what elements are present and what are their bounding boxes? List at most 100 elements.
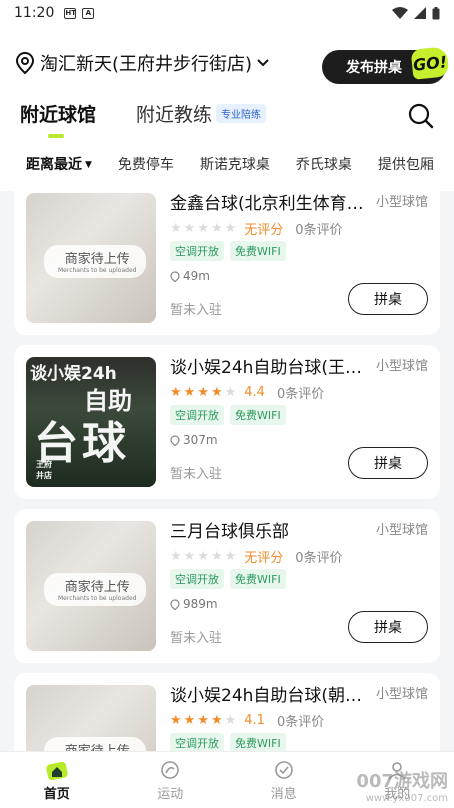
- rating-row: ★ ★ ★ ★ ★ 4.4 0条评价: [170, 383, 324, 402]
- go-badge: GO!: [410, 46, 450, 80]
- distance: 989m: [170, 597, 218, 611]
- location-pin-icon: [170, 598, 180, 610]
- coach-tag-badge: 专业陪练: [216, 104, 267, 123]
- review-count: 0条评价: [295, 551, 343, 566]
- venue-tags: 空调开放 免费WIFI: [170, 569, 286, 589]
- join-table-button[interactable]: 拼桌: [348, 447, 428, 479]
- star-icon: ★: [210, 221, 223, 236]
- venue-name: 三月台球俱乐部: [170, 522, 289, 542]
- publish-button[interactable]: 发布拼桌 GO!: [322, 46, 450, 84]
- filter-nearest[interactable]: 距离最近 ▼: [26, 154, 92, 174]
- rating-score: 无评分: [244, 223, 284, 238]
- venue-card[interactable]: 谈小娱24h 自助 台球 王府井店 谈小娱24h自助台球(王府井店) 小型球馆 …: [14, 345, 440, 499]
- venue-thumbnail: 商家待上传 Merchants to be uploaded: [26, 521, 156, 651]
- venue-card[interactable]: 商家待上传 Merchants to be uploaded 金鑫台球(北京利生…: [14, 191, 440, 335]
- star-icon: ★: [183, 549, 196, 564]
- amenity-tag: 免费WIFI: [230, 405, 286, 425]
- notification-icon: HT: [64, 7, 77, 19]
- rating-score: 4.4: [244, 385, 265, 400]
- star-icon: ★: [197, 713, 209, 728]
- venue-tags: 空调开放 免费WIFI: [170, 241, 286, 261]
- tab-nearby-coaches[interactable]: 附近教练: [136, 100, 212, 127]
- star-icon: ★: [224, 549, 237, 564]
- battery-icon: [432, 6, 440, 19]
- location-pin-icon: [170, 270, 180, 282]
- distance: 307m: [170, 433, 218, 447]
- review-count: 0条评价: [276, 715, 325, 730]
- star-icon: ★: [170, 713, 182, 728]
- star-icon: ★: [170, 385, 182, 400]
- amenity-tag: 空调开放: [170, 405, 224, 425]
- rating-score: 无评分: [244, 551, 284, 566]
- venue-tags: 空调开放 免费WIFI: [170, 405, 286, 425]
- star-icon: ★: [224, 713, 237, 728]
- star-icon: ★: [224, 385, 237, 400]
- amenity-tag: 空调开放: [170, 733, 224, 751]
- filter-joy-table[interactable]: 乔氏球桌: [296, 154, 352, 174]
- review-count: 0条评价: [295, 223, 343, 238]
- star-icon: ★: [210, 713, 223, 728]
- active-tab-indicator: [48, 134, 64, 138]
- distance: 49m: [170, 269, 210, 283]
- join-table-button[interactable]: 拼桌: [348, 283, 428, 315]
- tab-bar: 附近球馆 附近教练 专业陪练: [20, 100, 267, 127]
- venue-name: 谈小娱24h自助台球(朝阳门店): [170, 686, 376, 706]
- location-selector[interactable]: 淘汇新天(王府井步行街店): [14, 50, 270, 76]
- location-pin-icon: [15, 51, 35, 75]
- tab-nearby-venues[interactable]: 附近球馆: [20, 100, 96, 127]
- star-icon: ★: [183, 385, 196, 400]
- star-icon: ★: [210, 549, 223, 564]
- filter-private-room[interactable]: 提供包厢: [378, 154, 434, 174]
- venue-type: 小型球馆: [375, 359, 428, 374]
- caret-down-icon: ▼: [85, 160, 92, 170]
- star-icon: ★: [183, 713, 196, 728]
- star-icon: ★: [197, 221, 209, 236]
- star-icon: ★: [170, 549, 182, 564]
- amenity-tag: 免费WIFI: [230, 569, 286, 589]
- home-icon: [46, 761, 68, 780]
- signal-icon: [414, 7, 426, 19]
- venue-type: 小型球馆: [375, 687, 428, 702]
- rating-row: ★ ★ ★ ★ ★ 无评分 0条评价: [170, 547, 343, 566]
- venue-thumbnail: 商家待上传 Merchants to be uploaded: [26, 193, 156, 323]
- rating-row: ★ ★ ★ ★ ★ 无评分 0条评价: [170, 219, 343, 238]
- status-bar: 11:20 HT A: [0, 0, 454, 26]
- placeholder-badge: 商家待上传 Merchants to be uploaded: [44, 573, 147, 606]
- nav-messages[interactable]: 消息: [227, 752, 341, 808]
- amenity-tag: 免费WIFI: [230, 241, 286, 261]
- venue-list: 商家待上传 Merchants to be uploaded 金鑫台球(北京利生…: [0, 191, 454, 751]
- venue-name: 金鑫台球(北京利生体育商厦店): [170, 194, 376, 214]
- venue-photo: 谈小娱24h 自助 台球 王府井店: [26, 357, 156, 487]
- app-notification-icon: A: [82, 7, 95, 19]
- amenity-tag: 免费WIFI: [230, 733, 286, 751]
- rating-score: 4.1: [244, 713, 265, 728]
- star-icon: ★: [183, 221, 196, 236]
- search-icon[interactable]: [408, 103, 434, 129]
- nav-sport[interactable]: 运动: [114, 752, 228, 808]
- location-pin-icon: [170, 434, 180, 446]
- location-name: 淘汇新天(王府井步行街店): [40, 54, 253, 75]
- join-status: 暂未入驻: [170, 303, 223, 318]
- filter-free-parking[interactable]: 免费停车: [118, 154, 174, 174]
- venue-type: 小型球馆: [375, 195, 428, 210]
- sport-icon: [161, 760, 180, 779]
- rating-row: ★ ★ ★ ★ ★ 4.1 0条评价: [170, 711, 324, 730]
- venue-card[interactable]: 商家待上传 Merchants to be uploaded 谈小娱24h自助台…: [14, 673, 440, 751]
- venue-type: 小型球馆: [375, 523, 428, 538]
- amenity-tag: 空调开放: [170, 241, 224, 261]
- venue-card[interactable]: 商家待上传 Merchants to be uploaded 三月台球俱乐部 小…: [14, 509, 440, 663]
- watermark: 007游戏网 www.yx007.com: [356, 771, 448, 804]
- message-icon: [274, 760, 293, 779]
- join-table-button[interactable]: 拼桌: [348, 611, 428, 643]
- venue-tags: 空调开放 免费WIFI: [170, 733, 286, 751]
- star-icon: ★: [197, 549, 209, 564]
- venue-name: 谈小娱24h自助台球(王府井店): [170, 358, 376, 378]
- filter-snooker[interactable]: 斯诺克球桌: [200, 154, 270, 174]
- nav-home[interactable]: 首页: [0, 752, 114, 808]
- wifi-icon: [392, 7, 408, 19]
- filter-bar: 距离最近 ▼ 免费停车 斯诺克球桌 乔氏球桌 提供包厢: [0, 153, 454, 175]
- publish-label: 发布拼桌: [346, 60, 402, 76]
- amenity-tag: 空调开放: [170, 569, 224, 589]
- join-status: 暂未入驻: [170, 631, 223, 646]
- star-icon: ★: [210, 385, 223, 400]
